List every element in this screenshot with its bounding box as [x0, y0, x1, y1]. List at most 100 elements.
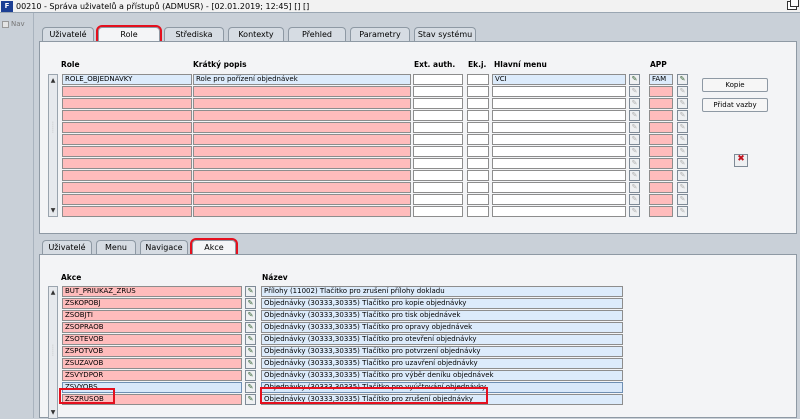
action-code-cell[interactable]: ZSVYDPOR: [62, 370, 242, 381]
main-menu-cell[interactable]: [492, 134, 626, 145]
role-desc-cell[interactable]: [193, 170, 411, 181]
action-code-cell[interactable]: ZSPOTVOB: [62, 346, 242, 357]
ext-auth-cell[interactable]: [413, 194, 463, 205]
menu-lov-icon[interactable]: ✎: [629, 98, 640, 109]
app-lov-icon[interactable]: ✎: [677, 194, 688, 205]
ekj-cell[interactable]: [467, 122, 489, 133]
action-code-cell[interactable]: ZSOBJTI: [62, 310, 242, 321]
tab-detail-menu[interactable]: Menu: [96, 240, 136, 254]
tab-kontexty[interactable]: Kontexty: [228, 27, 284, 41]
main-menu-cell[interactable]: [492, 86, 626, 97]
ekj-cell[interactable]: [467, 74, 489, 85]
menu-lov-icon[interactable]: ✎: [629, 170, 640, 181]
app-lov-icon[interactable]: ✎: [677, 122, 688, 133]
action-lov-icon[interactable]: ✎: [245, 298, 256, 309]
action-lov-icon[interactable]: ✎: [245, 394, 256, 405]
role-desc-cell[interactable]: [193, 146, 411, 157]
tab-detail-navigace[interactable]: Navigace: [140, 240, 188, 254]
action-code-cell[interactable]: BUT_PRIUKAZ_ZRUS: [62, 286, 242, 297]
ekj-cell[interactable]: [467, 86, 489, 97]
action-lov-icon[interactable]: ✎: [245, 370, 256, 381]
app-lov-icon[interactable]: ✎: [677, 158, 688, 169]
role-code-cell[interactable]: [62, 206, 192, 217]
main-menu-cell[interactable]: VCI: [492, 74, 626, 85]
nav-toggle[interactable]: Nav: [2, 20, 33, 28]
role-code-cell[interactable]: [62, 122, 192, 133]
action-lov-icon[interactable]: ✎: [245, 382, 256, 393]
app-cell[interactable]: [649, 146, 673, 157]
action-code-cell[interactable]: ZSZRUSOB: [62, 394, 242, 405]
main-menu-cell[interactable]: [492, 158, 626, 169]
app-lov-icon[interactable]: ✎: [677, 134, 688, 145]
ext-auth-cell[interactable]: [413, 122, 463, 133]
roles-scrollbar[interactable]: ▲ ▼: [48, 74, 58, 217]
app-lov-icon[interactable]: ✎: [677, 182, 688, 193]
app-lov-icon[interactable]: ✎: [677, 98, 688, 109]
role-desc-cell[interactable]: [193, 194, 411, 205]
app-cell[interactable]: FAM: [649, 74, 673, 85]
action-lov-icon[interactable]: ✎: [245, 322, 256, 333]
role-code-cell[interactable]: [62, 158, 192, 169]
app-cell[interactable]: [649, 158, 673, 169]
menu-lov-icon[interactable]: ✎: [629, 86, 640, 97]
ext-auth-cell[interactable]: [413, 98, 463, 109]
role-code-cell[interactable]: [62, 170, 192, 181]
ekj-cell[interactable]: [467, 98, 489, 109]
ext-auth-cell[interactable]: [413, 158, 463, 169]
main-menu-cell[interactable]: [492, 146, 626, 157]
role-code-cell[interactable]: [62, 182, 192, 193]
scroll-down-icon[interactable]: ▼: [49, 206, 57, 215]
main-menu-cell[interactable]: [492, 170, 626, 181]
menu-lov-icon[interactable]: ✎: [629, 122, 640, 133]
app-cell[interactable]: [649, 194, 673, 205]
ext-auth-cell[interactable]: [413, 170, 463, 181]
app-cell[interactable]: [649, 182, 673, 193]
app-cell[interactable]: [649, 110, 673, 121]
tab-role[interactable]: Role: [96, 25, 162, 43]
tab-strediska[interactable]: Střediska: [164, 27, 224, 41]
role-desc-cell[interactable]: [193, 122, 411, 133]
app-lov-icon[interactable]: ✎: [677, 206, 688, 217]
ext-auth-cell[interactable]: [413, 134, 463, 145]
ekj-cell[interactable]: [467, 146, 489, 157]
scroll-up-icon[interactable]: ▲: [49, 76, 57, 85]
ext-auth-cell[interactable]: [413, 206, 463, 217]
action-code-cell[interactable]: ZSKOPOBJ: [62, 298, 242, 309]
role-desc-cell[interactable]: [193, 182, 411, 193]
action-lov-icon[interactable]: ✎: [245, 310, 256, 321]
ext-auth-cell[interactable]: [413, 146, 463, 157]
menu-lov-icon[interactable]: ✎: [629, 134, 640, 145]
ext-auth-cell[interactable]: [413, 86, 463, 97]
tab-uzivatele[interactable]: Uživatelé: [42, 27, 94, 41]
ext-auth-cell[interactable]: [413, 110, 463, 121]
tab-detail-akce[interactable]: Akce: [190, 238, 238, 256]
main-menu-cell[interactable]: [492, 206, 626, 217]
pridat-vazby-button[interactable]: Přidat vazby: [702, 98, 768, 112]
role-code-cell[interactable]: [62, 194, 192, 205]
menu-lov-icon[interactable]: ✎: [629, 182, 640, 193]
action-lov-icon[interactable]: ✎: [245, 334, 256, 345]
action-code-cell[interactable]: ZSOTEVOB: [62, 334, 242, 345]
app-lov-icon[interactable]: ✎: [677, 74, 688, 85]
ekj-cell[interactable]: [467, 134, 489, 145]
ext-auth-cell[interactable]: [413, 74, 463, 85]
action-lov-icon[interactable]: ✎: [245, 358, 256, 369]
role-code-cell[interactable]: [62, 86, 192, 97]
app-cell[interactable]: [649, 98, 673, 109]
role-code-cell[interactable]: ROLE_OBJEDNAVKY: [62, 74, 192, 85]
action-code-cell[interactable]: ZSUZAVOB: [62, 358, 242, 369]
ekj-cell[interactable]: [467, 182, 489, 193]
app-cell[interactable]: [649, 170, 673, 181]
tab-stav-systemu[interactable]: Stav systému: [414, 27, 476, 41]
tab-detail-uzivatele[interactable]: Uživatelé: [42, 240, 92, 254]
ekj-cell[interactable]: [467, 170, 489, 181]
role-desc-cell[interactable]: Role pro pořízení objednávek: [193, 74, 411, 85]
app-cell[interactable]: [649, 86, 673, 97]
menu-lov-icon[interactable]: ✎: [629, 206, 640, 217]
role-code-cell[interactable]: [62, 98, 192, 109]
menu-lov-icon[interactable]: ✎: [629, 158, 640, 169]
app-cell[interactable]: [649, 134, 673, 145]
menu-lov-icon[interactable]: ✎: [629, 110, 640, 121]
app-lov-icon[interactable]: ✎: [677, 110, 688, 121]
action-code-cell[interactable]: ZSVYOBS: [62, 382, 242, 393]
